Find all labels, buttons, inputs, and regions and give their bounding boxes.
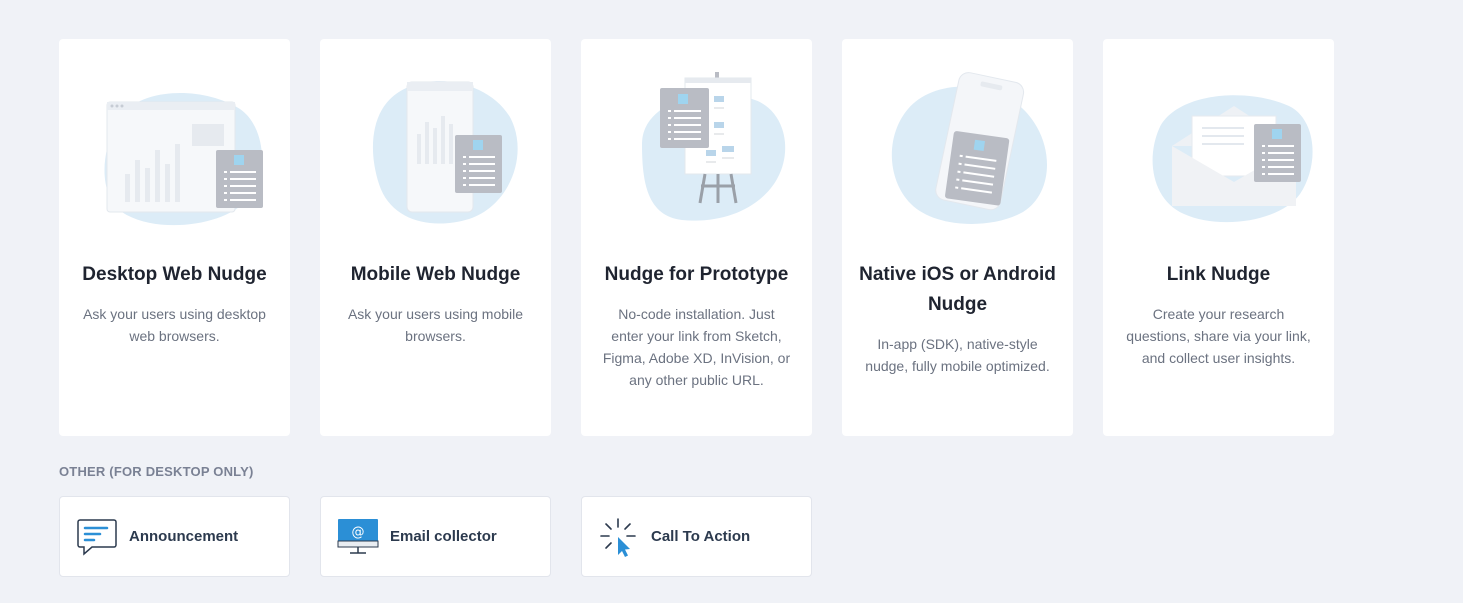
announcement-option[interactable]: Announcement xyxy=(59,496,290,577)
card-description: No-code installation. Just enter your li… xyxy=(602,306,791,388)
prototype-easel-illustration xyxy=(581,64,812,234)
call-to-action-option[interactable]: Call To Action xyxy=(581,496,812,577)
card-title: Desktop Web Nudge xyxy=(82,264,267,285)
svg-text:@: @ xyxy=(352,525,365,540)
card-link-nudge[interactable]: Link Nudge Create your research question… xyxy=(1103,39,1334,436)
card-description: Ask your users using desktop web browser… xyxy=(83,306,266,344)
envelope-link-illustration xyxy=(1103,64,1334,234)
call-to-action-label: Call To Action xyxy=(651,528,751,545)
announcement-chat-icon xyxy=(76,517,118,557)
desktop-browser-illustration xyxy=(59,64,290,234)
other-section-label: OTHER (FOR DESKTOP ONLY) xyxy=(59,464,254,479)
cursor-click-icon xyxy=(598,517,640,557)
card-description: Ask your users using mobile browsers. xyxy=(347,306,524,344)
card-title: Native iOS or Android Nudge xyxy=(859,264,1056,315)
email-collector-option[interactable]: @ Email collector xyxy=(320,496,551,577)
card-description: Create your research questions, share vi… xyxy=(1126,306,1311,366)
card-native-nudge[interactable]: Native iOS or Android Nudge In-app (SDK)… xyxy=(842,39,1073,436)
card-desktop-web-nudge[interactable]: Desktop Web Nudge Ask your users using d… xyxy=(59,39,290,436)
native-phone-illustration xyxy=(842,64,1073,234)
announcement-label: Announcement xyxy=(129,528,239,545)
mobile-browser-illustration xyxy=(320,64,551,234)
card-title: Link Nudge xyxy=(1166,264,1271,285)
card-title: Mobile Web Nudge xyxy=(350,264,521,285)
email-monitor-icon: @ xyxy=(337,517,379,557)
card-title: Nudge for Prototype xyxy=(604,264,789,285)
card-mobile-web-nudge[interactable]: Mobile Web Nudge Ask your users using mo… xyxy=(320,39,551,436)
card-prototype-nudge[interactable]: Nudge for Prototype No-code installation… xyxy=(581,39,812,436)
card-description: In-app (SDK), native-style nudge, fully … xyxy=(865,336,1050,374)
email-collector-label: Email collector xyxy=(390,528,497,545)
